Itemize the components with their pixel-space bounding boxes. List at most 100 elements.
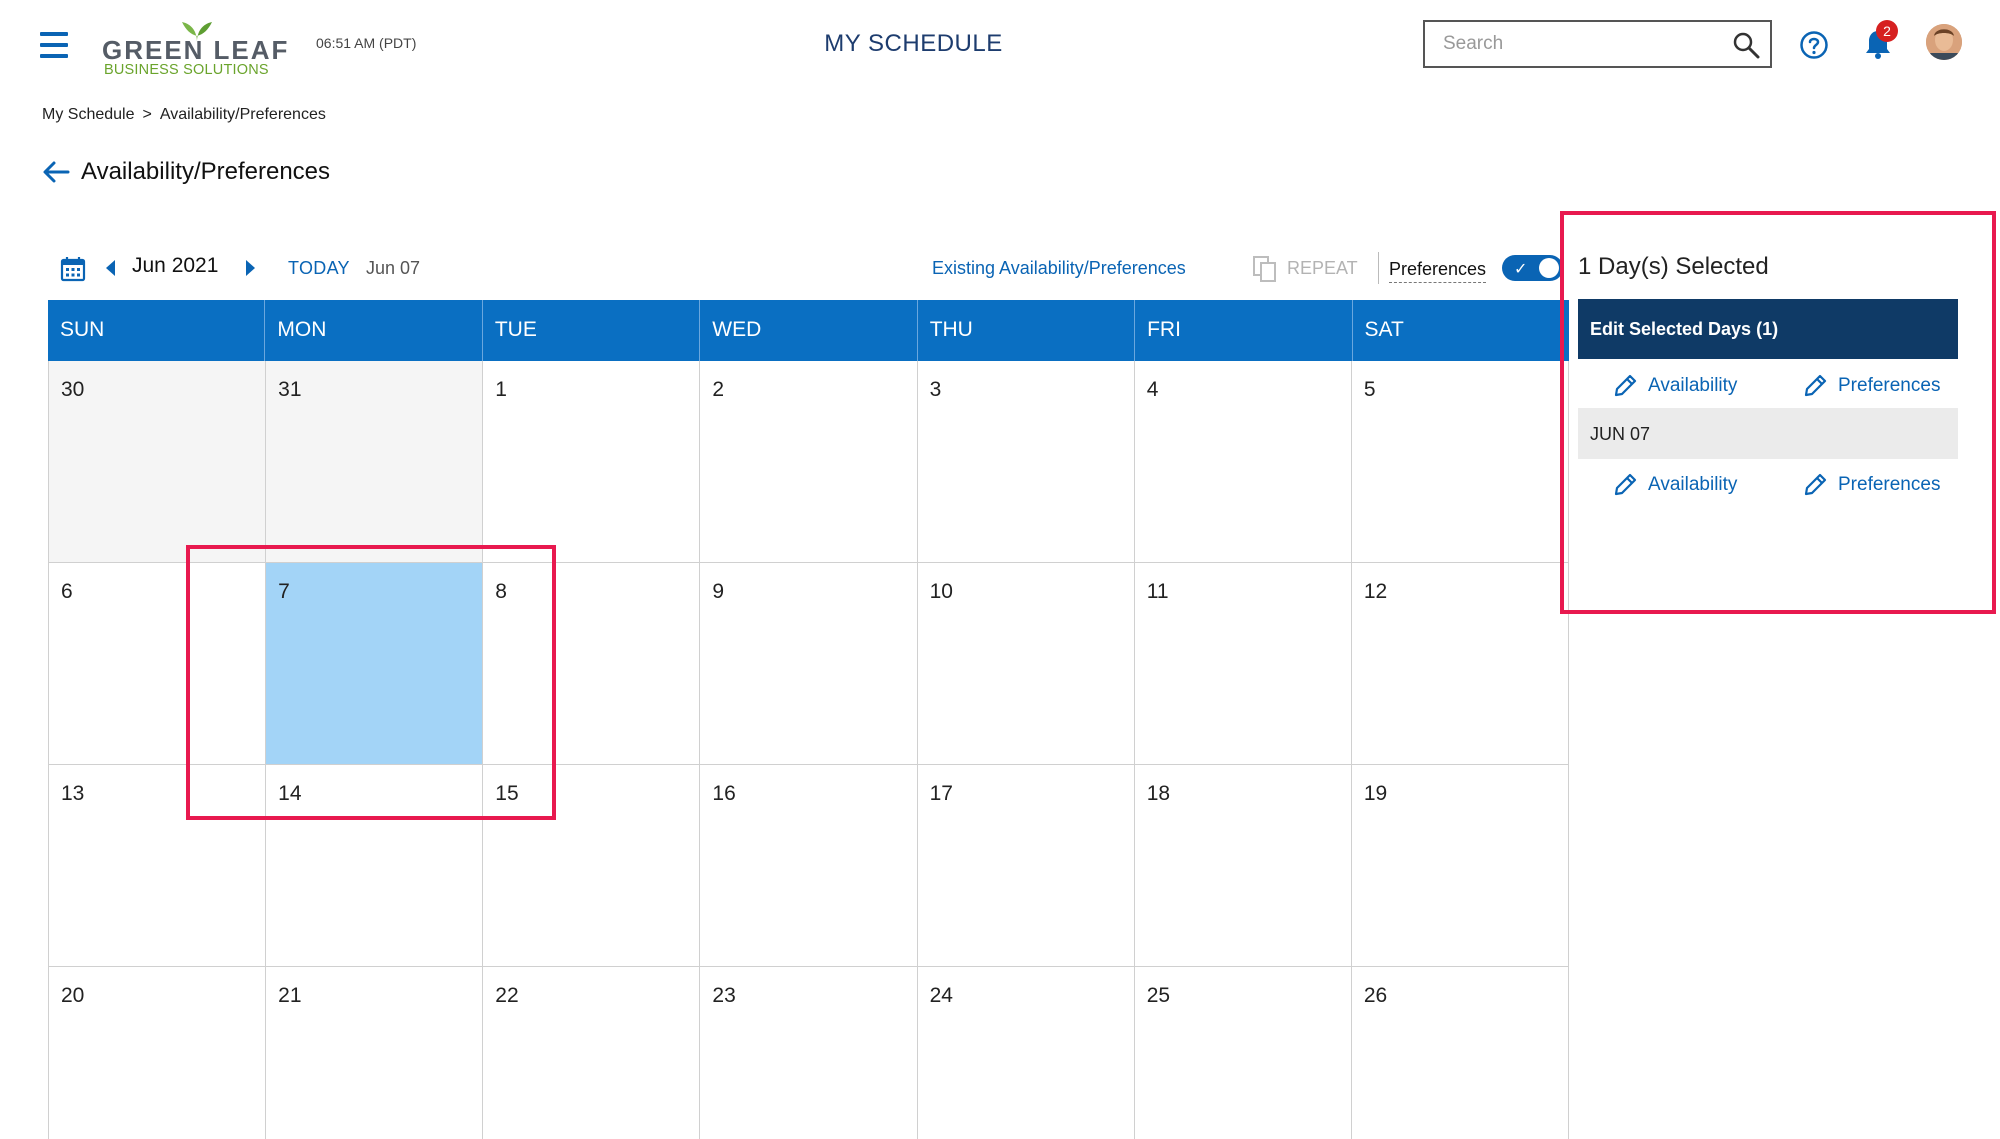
weekday-header-mon: MON [264,300,481,361]
search-icon[interactable] [1732,31,1760,59]
day-number: 1 [495,378,507,401]
calendar-week-row: 20 21 22 23 24 25 26 [48,967,1569,1139]
calendar-day-cell[interactable]: 18 [1133,765,1351,966]
day-number: 12 [1363,580,1388,603]
edit-preferences-all-label: Preferences [1838,375,1941,396]
calendar-day-cell[interactable]: 21 [265,967,483,1139]
pencil-icon [1614,473,1637,496]
day-number: 10 [929,580,953,603]
search-input[interactable] [1425,22,1715,66]
calendar-day-cell[interactable]: 17 [916,765,1134,966]
calendar-day-cell[interactable]: 11 [1133,563,1351,764]
calendar-header: SUN MON TUE WED THU FRI SAT [48,300,1569,361]
calendar-day-cell[interactable]: 8 [482,563,700,764]
weekday-header-fri: FRI [1134,300,1351,361]
day-number: 7 [278,580,290,603]
edit-preferences-jun07-label: Preferences [1838,474,1941,495]
calendar-week-row: 13 14 15 16 17 18 19 [48,765,1569,967]
calendar-day-cell[interactable]: 7 [265,563,483,764]
repeat-button[interactable]: REPEAT [1287,258,1358,279]
avatar-image [1926,24,1962,60]
edit-preferences-jun07-link[interactable]: Preferences [1802,472,1940,498]
edit-availability-all-label: Availability [1648,375,1738,396]
calendar-day-cell[interactable]: 23 [699,967,917,1139]
pencil-icon [1804,374,1827,397]
day-number: 14 [278,782,302,805]
arrow-left-icon[interactable] [42,160,70,184]
month-calendar: SUN MON TUE WED THU FRI SAT 30 31 1 2 3 4 5 6 7 8… [48,300,1569,1139]
selected-date-row: JUN 07 [1578,408,1958,459]
calendar-day-cell[interactable]: 30 [48,361,266,562]
checkmark-icon: ✓ [1514,261,1528,278]
user-avatar[interactable] [1926,24,1962,60]
weekday-header-sat: SAT [1351,300,1569,361]
calendar-day-cell[interactable]: 6 [48,563,266,764]
toggle-knob [1539,258,1559,278]
search-box[interactable] [1423,20,1772,68]
calendar-day-cell[interactable]: 24 [916,967,1134,1139]
breadcrumb: My Schedule > Availability/Preferences [42,106,326,124]
day-number: 17 [929,782,953,805]
day-number: 15 [495,782,519,805]
edit-preferences-all-link[interactable]: Preferences [1802,373,1940,399]
pencil-icon [1804,473,1827,496]
calendar-day-cell[interactable]: 12 [1350,563,1569,764]
day-number: 20 [61,984,85,1007]
calendar-day-cell[interactable]: 16 [699,765,917,966]
app-header: GREEN LEAF BUSINESS SOLUTIONS 06:51 AM (P… [0,0,2000,95]
preferences-toggle[interactable]: ✓ [1502,255,1563,281]
calendar-icon[interactable] [60,256,86,282]
day-number: 21 [278,984,302,1007]
calendar-day-cell[interactable]: 25 [1133,967,1351,1139]
breadcrumb-item-my-schedule[interactable]: My Schedule [42,106,135,123]
calendar-day-cell[interactable]: 22 [482,967,700,1139]
weekday-header-tue: TUE [481,300,699,361]
preferences-toggle-label: Preferences [1389,259,1487,283]
calendar-day-cell[interactable]: 20 [48,967,266,1139]
day-number: 2 [712,378,725,401]
calendar-day-cell[interactable]: 31 [265,361,483,562]
notification-count-badge: 2 [1876,20,1898,42]
weekday-header-thu: THU [916,300,1134,361]
day-number: 3 [929,378,942,401]
day-number: 19 [1363,782,1388,805]
edit-availability-jun07-label: Availability [1648,474,1738,495]
day-number: 8 [495,580,507,603]
breadcrumb-separator: > [142,106,152,123]
chevron-right-icon[interactable] [244,258,258,278]
calendar-day-cell[interactable]: 19 [1350,765,1569,966]
calendar-day-cell[interactable]: 1 [482,361,700,562]
calendar-day-cell[interactable]: 10 [916,563,1134,764]
day-number: 23 [712,984,736,1007]
calendar-week-row: 6 7 8 9 10 11 12 [48,563,1569,765]
day-number: 6 [61,580,73,603]
calendar-day-cell[interactable]: 13 [48,765,266,966]
calendar-day-cell[interactable]: 15 [482,765,700,966]
help-icon[interactable] [1799,30,1829,60]
calendar-day-cell[interactable]: 26 [1350,967,1569,1139]
calendar-day-cell[interactable]: 9 [699,563,917,764]
copy-icon [1253,256,1276,282]
today-button[interactable]: TODAY [288,258,350,279]
calendar-grid: 30 31 1 2 3 4 5 6 7 8 9 10 11 12 13 14 15 16 17 18 19 20 21 22 2… [48,361,1569,1139]
calendar-day-cell[interactable]: 2 [699,361,917,562]
day-number: 30 [61,378,85,401]
calendar-day-cell[interactable]: 5 [1350,361,1569,562]
day-number: 31 [278,378,302,401]
calendar-day-cell[interactable]: 3 [916,361,1134,562]
day-number: 11 [1146,580,1169,603]
page-title: Availability/Preferences [81,158,331,185]
calendar-day-cell[interactable]: 4 [1133,361,1351,562]
pencil-icon [1614,374,1637,397]
weekday-header-wed: WED [699,300,916,361]
edit-selected-days-bar: Edit Selected Days (1) [1578,299,1958,359]
edit-availability-all-link[interactable]: Availability [1612,373,1737,399]
current-month-label: Jun 2021 [132,254,219,277]
selection-count-title: 1 Day(s) Selected [1578,253,1769,280]
calendar-day-cell[interactable]: 14 [265,765,483,966]
edit-availability-jun07-link[interactable]: Availability [1612,472,1737,498]
day-number: 16 [712,782,736,805]
existing-availability-link[interactable]: Existing Availability/Preferences [932,258,1186,279]
day-number: 5 [1363,378,1376,401]
chevron-left-icon[interactable] [103,258,117,278]
